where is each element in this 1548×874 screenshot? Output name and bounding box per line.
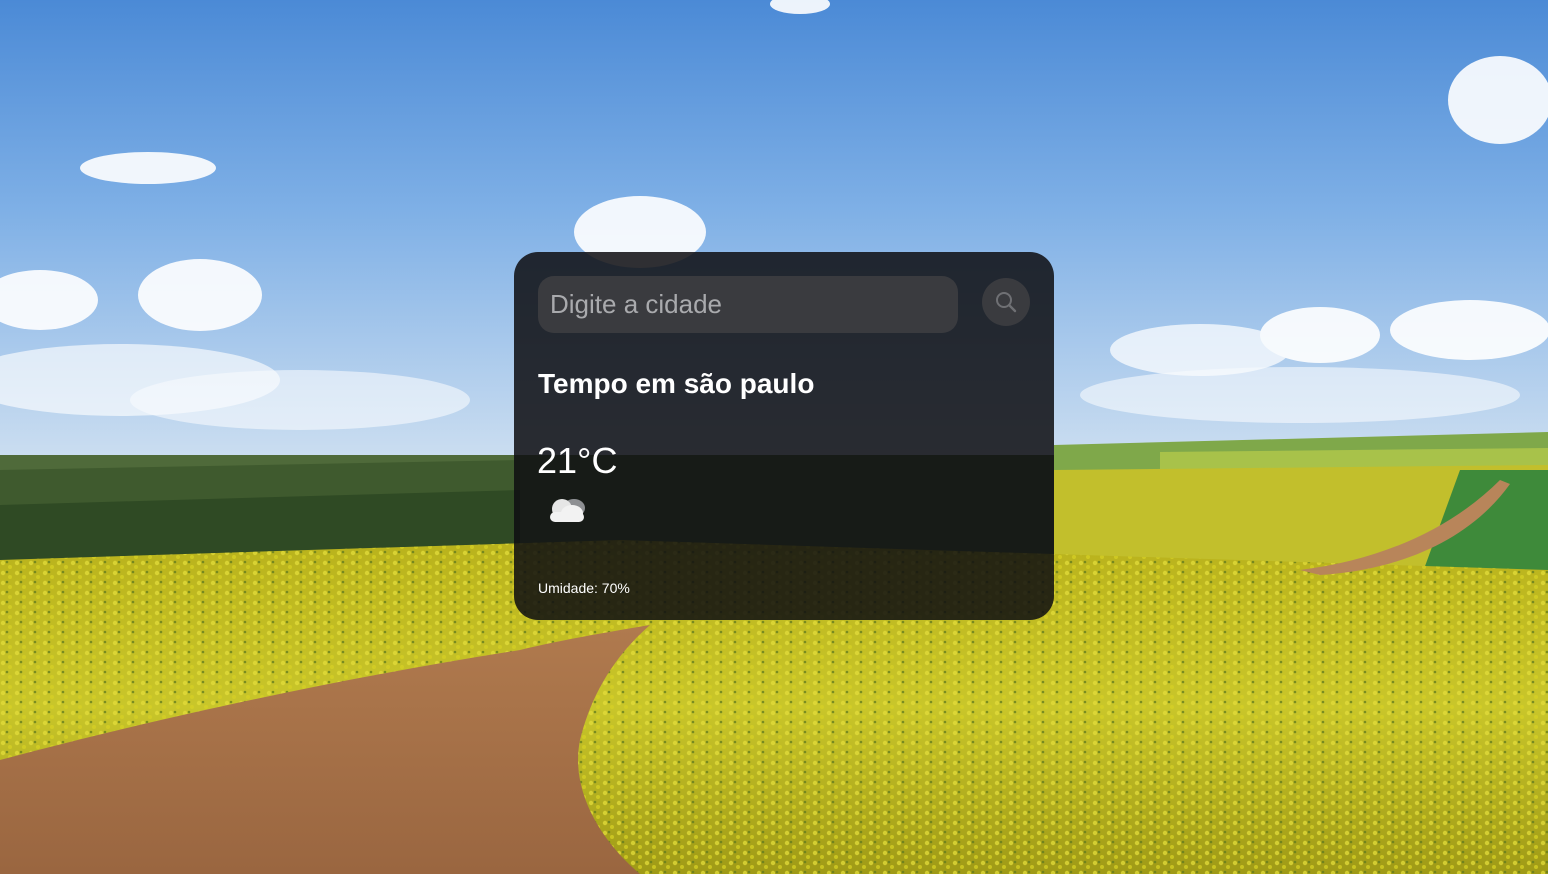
weather-app: Tempo em são paulo 21°C Umidade: 70% bbox=[0, 0, 1548, 874]
cloud-icon bbox=[550, 499, 585, 522]
weather-card: Tempo em são paulo 21°C Umidade: 70% bbox=[514, 252, 1054, 620]
humidity-label: Umidade: 70% bbox=[538, 580, 630, 596]
city-search-input[interactable] bbox=[538, 276, 958, 333]
city-title: Tempo em são paulo bbox=[538, 368, 815, 399]
search-icon bbox=[996, 292, 1017, 313]
search-bar bbox=[538, 276, 1030, 333]
search-button[interactable] bbox=[982, 278, 1030, 326]
temperature-value: 21°C bbox=[537, 440, 618, 481]
